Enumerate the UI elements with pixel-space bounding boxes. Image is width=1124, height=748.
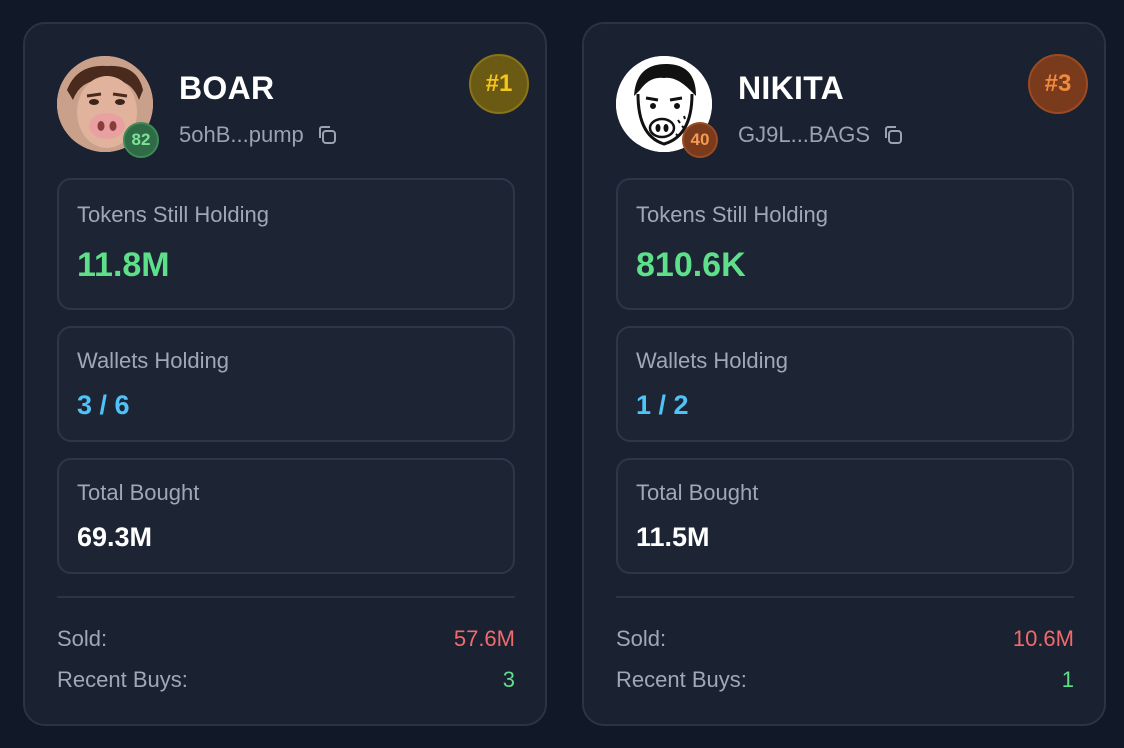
sold-row: Sold: 10.6M [616,626,1074,652]
score-badge: 82 [123,122,159,158]
sold-label: Sold: [57,626,108,651]
copy-icon[interactable] [882,124,904,146]
token-name: NIKITA [738,70,845,106]
wallets-holding-box: Wallets Holding 3 / 6 [57,326,515,442]
token-card-boar[interactable]: 82 BOAR 5ohB...pump #1 Tokens Still Hold… [23,22,547,726]
token-address: 5ohB...pump [179,122,304,147]
rank-badge: #3 [1028,54,1088,114]
token-name: BOAR [179,70,275,106]
score-badge: 40 [682,122,718,158]
sold-value: 57.6M [453,626,515,651]
sold-row: Sold: 57.6M [57,626,515,652]
address-row: GJ9L...BAGS [738,122,904,148]
total-bought-label: Total Bought [636,480,759,505]
wallets-holding-label: Wallets Holding [636,348,789,373]
total-bought-box: Total Bought 11.5M [616,458,1074,574]
sold-label: Sold: [616,626,667,651]
divider [57,596,515,598]
wallets-holding-value: 3 / 6 [77,390,130,420]
recent-buys-label: Recent Buys: [57,667,188,692]
rank-badge: #1 [469,54,529,114]
wallets-holding-value: 1 / 2 [636,390,689,420]
recent-buys-value: 3 [502,667,515,692]
total-bought-label: Total Bought [77,480,200,505]
recent-buys-label: Recent Buys: [616,667,747,692]
copy-icon[interactable] [316,124,338,146]
recent-buys-row: Recent Buys: 1 [616,667,1074,693]
recent-buys-row: Recent Buys: 3 [57,667,515,693]
token-address: GJ9L...BAGS [738,122,871,147]
wallets-holding-box: Wallets Holding 1 / 2 [616,326,1074,442]
total-bought-value: 11.5M [636,522,710,552]
tokens-holding-box: Tokens Still Holding 11.8M [57,178,515,310]
divider [616,596,1074,598]
tokens-holding-value: 11.8M [77,246,170,284]
tokens-holding-box: Tokens Still Holding 810.6K [616,178,1074,310]
total-bought-value: 69.3M [77,522,153,552]
total-bought-box: Total Bought 69.3M [57,458,515,574]
token-card-nikita[interactable]: 40 NIKITA GJ9L...BAGS #3 Tokens Still Ho… [582,22,1106,726]
wallets-holding-label: Wallets Holding [77,348,230,373]
tokens-holding-label: Tokens Still Holding [77,202,269,227]
address-row: 5ohB...pump [179,122,338,148]
sold-value: 10.6M [1012,626,1074,651]
recent-buys-value: 1 [1061,667,1074,692]
tokens-holding-value: 810.6K [636,246,746,284]
tokens-holding-label: Tokens Still Holding [636,202,828,227]
